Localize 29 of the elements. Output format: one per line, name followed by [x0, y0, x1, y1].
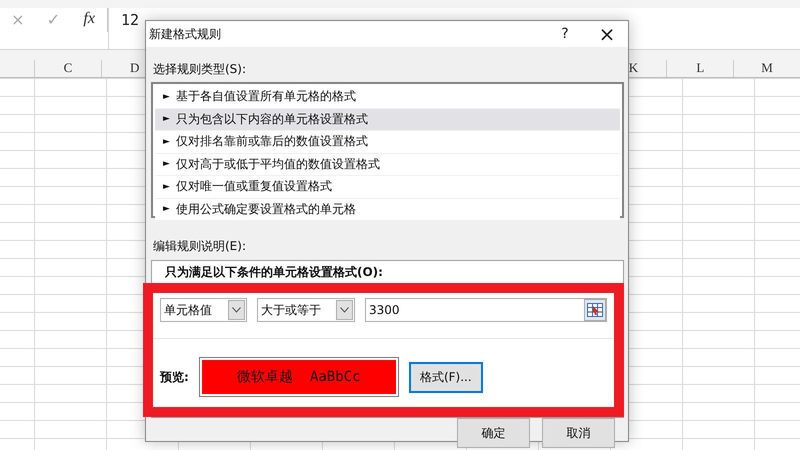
function-icon[interactable]: fx — [71, 10, 108, 28]
ok-button[interactable]: 确定 — [457, 418, 530, 448]
column-header[interactable]: M — [733, 60, 800, 77]
format-button[interactable]: 格式(F)... — [408, 362, 483, 392]
marker-icon: ► — [163, 114, 170, 124]
edit-rule-label: 编辑规则说明(E): — [153, 238, 247, 255]
marker-icon: ► — [163, 182, 170, 192]
condition-heading: 只为满足以下条件的单元格设置格式(O): — [164, 264, 384, 281]
field-select[interactable]: 单元格值 — [160, 298, 247, 322]
caret-icon[interactable] — [228, 300, 245, 320]
column-header[interactable]: L — [666, 60, 734, 77]
help-button[interactable]: ? — [544, 21, 586, 47]
rule-type-item[interactable]: ► 使用公式确定要设置格式的单元格 — [155, 198, 620, 221]
preview-label: 预览: — [160, 368, 189, 386]
value-field[interactable]: 3300 — [365, 298, 607, 322]
marker-icon: ► — [163, 204, 170, 214]
window-title: 新建格式规则 — [149, 26, 222, 42]
range-select-icon[interactable] — [584, 299, 606, 321]
marker-icon: ► — [163, 136, 170, 147]
caret-icon[interactable] — [336, 300, 353, 320]
marker-icon: ► — [163, 159, 170, 170]
cancel-button[interactable]: 取消 — [542, 418, 615, 448]
rule-type-item[interactable]: ► 仅对高于或低于平均值的数值设置格式 — [155, 154, 620, 176]
operator-select[interactable]: 大于或等于 — [257, 298, 355, 322]
preview-text: 微软卓越 AaBbCc — [202, 360, 396, 394]
rule-type-item[interactable]: ► 只为包含以下内容的单元格设置格式 — [155, 108, 620, 131]
close-button[interactable]: × — [586, 21, 628, 47]
column-header[interactable]: C — [34, 60, 101, 77]
marker-icon: ► — [163, 92, 170, 102]
